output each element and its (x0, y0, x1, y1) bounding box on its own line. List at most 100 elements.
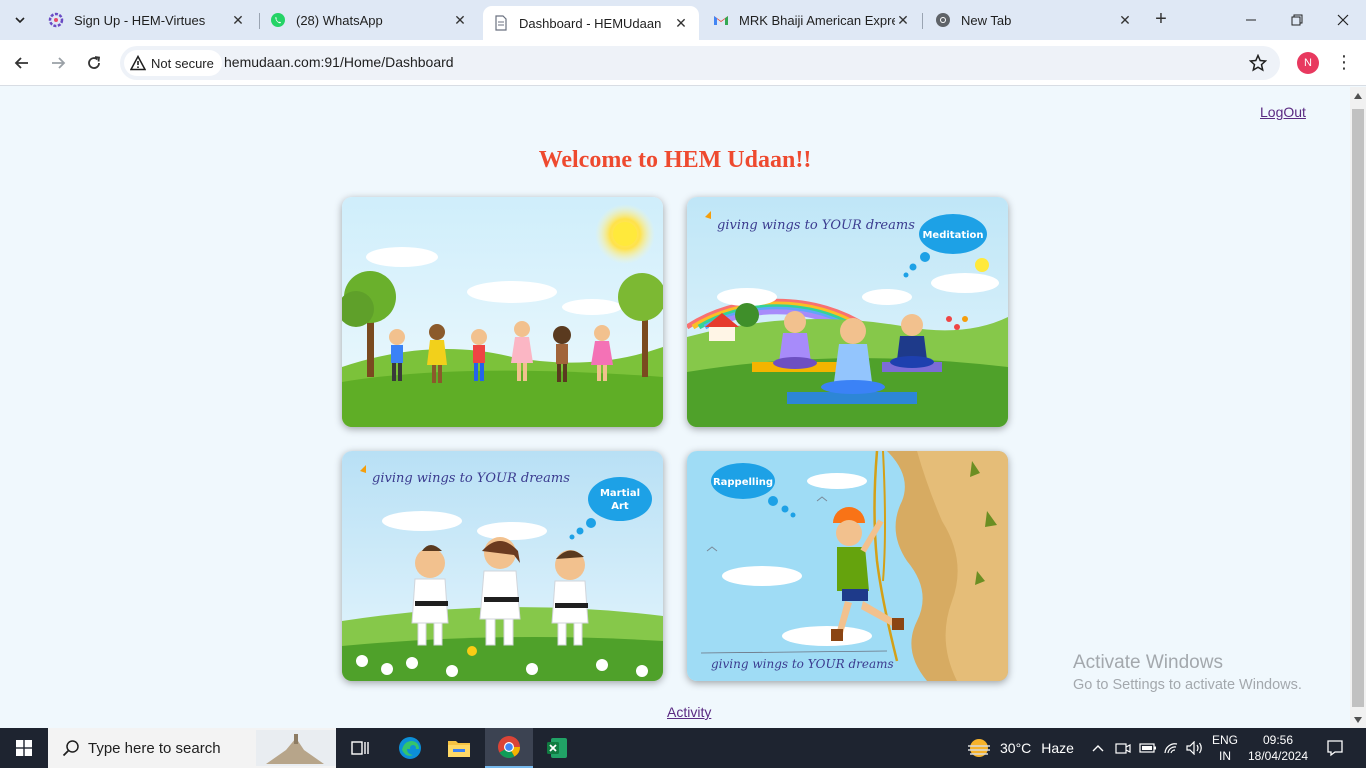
tab-gmail[interactable]: MRK Bhaiji American Expre ✕ (703, 6, 921, 34)
speaker-icon (1186, 741, 1202, 755)
forward-button[interactable] (44, 49, 72, 77)
arrow-right-icon (52, 57, 66, 69)
welcome-heading: Welcome to HEM Udaan!! (538, 147, 812, 173)
task-view-icon (351, 741, 369, 755)
new-tab-button[interactable]: + (1150, 8, 1172, 30)
rappelling-card[interactable]: Rappelling giving wings to YOUR dreams (687, 451, 1008, 681)
tab-dashboard[interactable]: Dashboard - HEMUdaan ✕ (483, 6, 699, 40)
minimize-icon (1246, 19, 1256, 21)
martial-art-illustration: giving wings to YOUR dreams Martial Art (342, 451, 663, 681)
close-icon[interactable]: ✕ (1117, 12, 1133, 28)
folder-icon (448, 741, 470, 757)
security-label: Not secure (151, 55, 214, 71)
profile-avatar[interactable]: N (1297, 52, 1319, 74)
banner-text: giving wings to YOUR dreams (372, 471, 570, 486)
system-clock[interactable]: 09:56 18/04/2024 (1246, 732, 1310, 764)
logout-link[interactable]: LogOut (1260, 104, 1306, 120)
tab-title: New Tab (961, 12, 1012, 28)
chevron-up-icon (1092, 745, 1104, 752)
restore-icon (1291, 14, 1303, 26)
haze-sun-icon (968, 739, 990, 757)
tab-title: Dashboard - HEMUdaan (519, 15, 662, 31)
bubble-text: Art (611, 501, 629, 512)
tab-whatsapp[interactable]: (28) WhatsApp ✕ (260, 6, 478, 34)
address-bar[interactable]: Not secure hemudaan.com:91/Home/Dashboar… (120, 46, 1280, 80)
language-indicator[interactable]: ENG IN (1208, 732, 1242, 764)
edge-app-button[interactable] (386, 728, 434, 768)
more-menu-icon[interactable]: ⋮ (1334, 52, 1354, 74)
banner-text: giving wings to YOUR dreams (717, 218, 915, 233)
activation-watermark-title: Activate Windows (1073, 652, 1223, 673)
martial-art-card[interactable]: giving wings to YOUR dreams Martial Art (342, 451, 663, 681)
bookmark-star-icon[interactable] (1248, 53, 1268, 73)
taskbar-search-box[interactable]: Type here to search (48, 728, 336, 768)
warning-triangle-icon (130, 55, 146, 71)
windows-logo-icon (16, 740, 32, 756)
browser-tab-strip: Sign Up - HEM-Virtues ✕ (28) WhatsApp ✕ … (0, 0, 1366, 40)
gear-flower-icon (48, 12, 64, 28)
bubble-text: Rappelling (713, 477, 773, 488)
excel-app-button[interactable] (533, 728, 581, 768)
search-placeholder: Type here to search (88, 739, 221, 757)
kids-playing-illustration (342, 197, 663, 427)
network-indicator[interactable] (1161, 728, 1183, 768)
close-icon[interactable]: ✕ (895, 12, 911, 28)
gmail-icon (713, 12, 729, 28)
vertical-scrollbar[interactable] (1350, 87, 1366, 728)
region-code: IN (1219, 749, 1231, 763)
bubble-text: Martial (600, 488, 640, 499)
url-text[interactable]: hemudaan.com:91/Home/Dashboard (224, 54, 454, 70)
language-code: ENG (1211, 733, 1238, 747)
tab-new-tab[interactable]: New Tab ✕ (925, 6, 1143, 34)
scroll-up-arrow-icon[interactable] (1354, 93, 1362, 99)
notification-icon (1327, 740, 1343, 757)
bubble-text: Meditation (922, 230, 983, 241)
battery-indicator[interactable] (1137, 728, 1159, 768)
file-explorer-button[interactable] (435, 728, 483, 768)
meditation-illustration: giving wings to YOUR dreams Meditation (687, 197, 1008, 427)
camera-icon (1115, 743, 1131, 754)
volume-indicator[interactable] (1184, 728, 1206, 768)
weather-temperature: 30°C (1000, 740, 1032, 756)
reload-button[interactable] (80, 49, 108, 77)
whatsapp-icon (270, 12, 286, 28)
clock-date: 18/04/2024 (1247, 749, 1309, 763)
document-icon (493, 15, 509, 31)
search-icon (62, 739, 80, 757)
tab-divider (922, 13, 923, 29)
weather-widget[interactable]: 30°C Haze (966, 728, 1074, 768)
close-icon[interactable]: ✕ (452, 12, 468, 28)
close-window-button[interactable] (1320, 0, 1366, 40)
chrome-icon (498, 736, 520, 758)
notification-center-button[interactable] (1320, 728, 1350, 768)
security-indicator[interactable]: Not secure (124, 50, 222, 76)
windows-taskbar: Type here to search 30°C Haze ENG IN 09:… (0, 728, 1366, 768)
task-view-button[interactable] (336, 728, 384, 768)
banner-text: giving wings to YOUR dreams (711, 657, 894, 671)
close-icon[interactable]: ✕ (230, 12, 246, 28)
close-icon (1337, 14, 1349, 26)
edge-icon (399, 737, 421, 759)
meditation-card[interactable]: giving wings to YOUR dreams Meditation (687, 197, 1008, 427)
wifi-icon (1164, 743, 1178, 754)
minimize-button[interactable] (1228, 0, 1274, 40)
weather-description: Haze (1041, 740, 1074, 756)
tab-search-button[interactable] (8, 8, 32, 32)
tab-signup[interactable]: Sign Up - HEM-Virtues ✕ (38, 6, 256, 34)
battery-icon (1139, 743, 1156, 753)
rappelling-illustration: Rappelling giving wings to YOUR dreams (687, 451, 1008, 681)
close-icon[interactable]: ✕ (673, 15, 689, 31)
restore-button[interactable] (1274, 0, 1320, 40)
chrome-icon (935, 12, 951, 28)
activation-watermark-subtitle: Go to Settings to activate Windows. (1073, 677, 1302, 693)
kids-playing-card[interactable] (342, 197, 663, 427)
start-button[interactable] (0, 728, 48, 768)
show-hidden-icons-button[interactable] (1088, 728, 1108, 768)
meet-now-button[interactable] (1112, 728, 1134, 768)
scroll-thumb[interactable] (1352, 109, 1364, 707)
activity-link[interactable]: Activity (667, 704, 711, 720)
scroll-down-arrow-icon[interactable] (1354, 717, 1362, 723)
chrome-app-button[interactable] (485, 728, 533, 768)
back-button[interactable] (8, 49, 36, 77)
tab-title: (28) WhatsApp (296, 12, 383, 28)
